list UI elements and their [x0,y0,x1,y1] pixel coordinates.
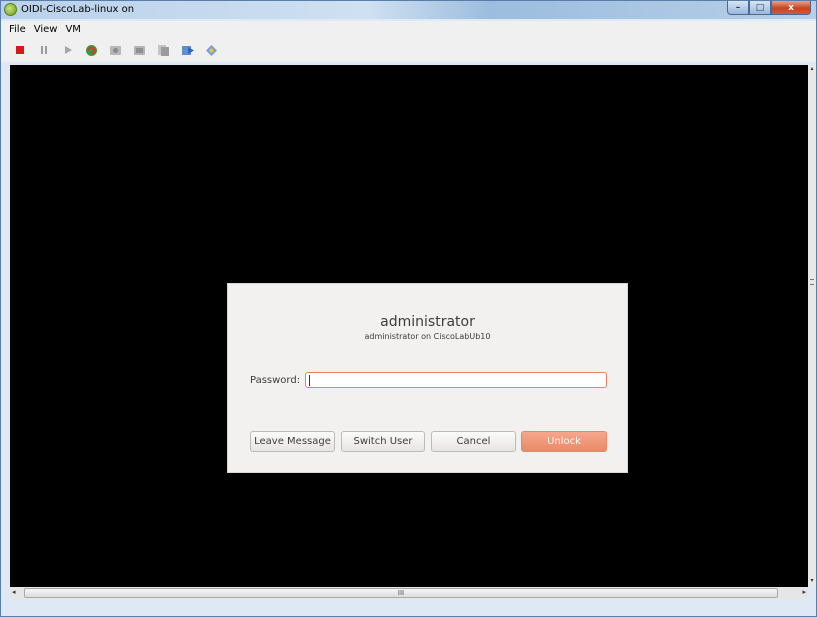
leave-message-button[interactable]: Leave Message [250,431,335,452]
window-title: OIDI-CiscoLab-linux on [21,4,135,15]
user-name: administrator [380,314,475,330]
menu-view[interactable]: View [30,24,62,35]
reset-icon[interactable] [85,44,98,57]
menu-file[interactable]: File [5,24,30,35]
password-input[interactable] [305,372,607,388]
pause-icon[interactable] [37,44,50,57]
menu-bar: File View VM [1,21,816,38]
vertical-scrollbar[interactable]: ▴ ▾ [808,65,816,587]
revert-icon[interactable] [133,44,146,57]
unlock-button[interactable]: Unlock [521,431,607,452]
toolbar [1,38,816,62]
play-icon[interactable] [61,44,74,57]
scroll-left-icon[interactable]: ◂ [12,588,16,596]
cancel-button[interactable]: Cancel [431,431,516,452]
stop-icon[interactable] [13,44,26,57]
scroll-down-icon[interactable]: ▾ [808,577,816,587]
snapshot-icon[interactable] [109,44,122,57]
menu-vm[interactable]: VM [61,24,84,35]
vm-console-window: OIDI-CiscoLab-linux on – □ x File View V… [0,0,817,617]
horizontal-scroll-thumb[interactable]: III [24,588,778,598]
title-bar[interactable]: OIDI-CiscoLab-linux on – □ x [1,1,816,19]
send-keys-icon[interactable] [181,44,194,57]
user-subtitle: administrator on CiscoLabUb10 [364,332,491,341]
vsphere-app-icon [4,3,17,16]
settings-icon[interactable] [205,44,218,57]
maximize-button[interactable]: □ [749,1,771,15]
text-caret [309,375,310,386]
horizontal-scrollbar[interactable]: ◂ III ▸ [10,587,808,599]
vertical-grip [810,279,814,285]
minimize-button[interactable]: – [727,1,749,15]
manage-snapshots-icon[interactable] [157,44,170,57]
window-controls: – □ x [727,1,811,15]
switch-user-button[interactable]: Switch User [341,431,425,452]
scroll-right-icon[interactable]: ▸ [802,588,806,596]
scroll-up-icon[interactable]: ▴ [808,65,816,75]
close-button[interactable]: x [771,1,811,15]
password-label: Password: [250,375,301,386]
unlock-dialog: administrator administrator on CiscoLabU… [227,283,628,473]
status-bar [1,600,816,616]
